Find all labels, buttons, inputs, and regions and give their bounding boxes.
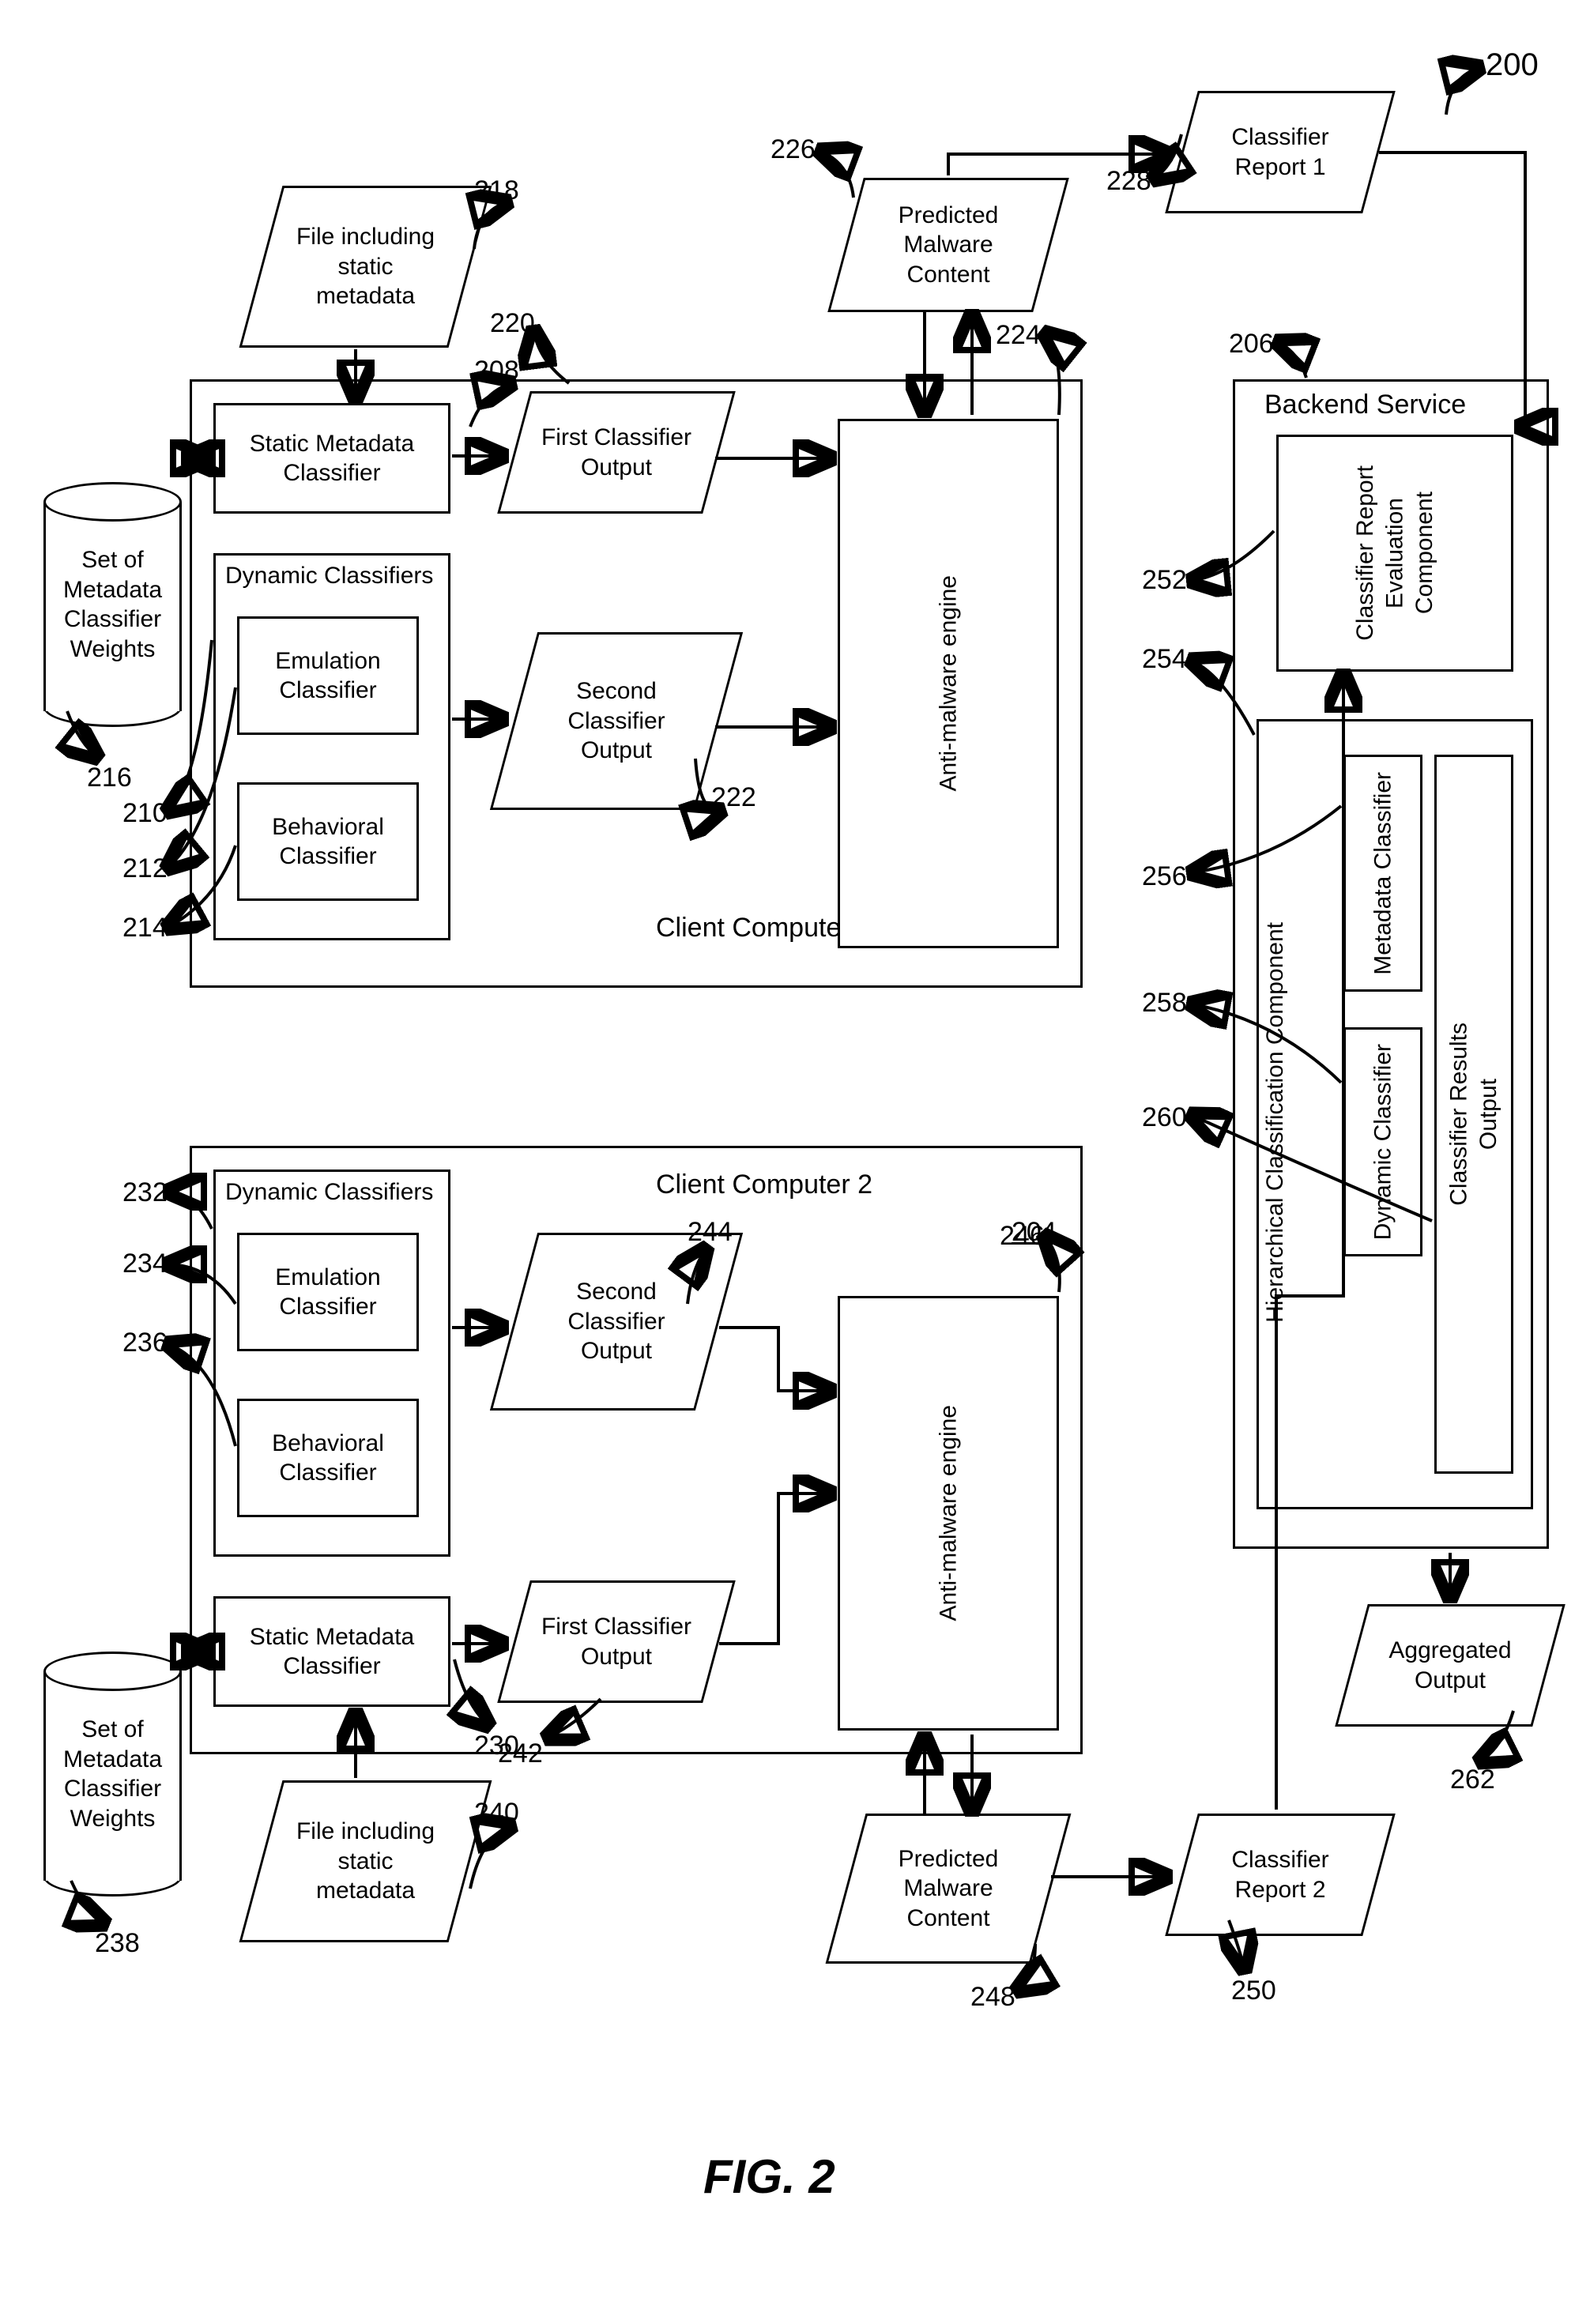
classifier-report-2: Classifier Report 2 — [1181, 1814, 1379, 1936]
ref-262: 262 — [1450, 1765, 1495, 1795]
client1-predicted: Predicted Malware Content — [846, 178, 1051, 312]
backend-hier-component-label: Hierarchical Classification Component — [1260, 846, 1290, 1399]
client2-predicted-label: Predicted Malware Content — [846, 1814, 1051, 1964]
client2-first-classifier-output: First Classifier Output — [514, 1580, 719, 1703]
client1-first-classifier-output: First Classifier Output — [514, 391, 719, 514]
figure-label: FIG. 2 — [703, 2149, 835, 2204]
ref-238: 238 — [95, 1928, 140, 1959]
client1-file-input: File including static metadata — [261, 186, 470, 348]
client2-static-metadata-classifier-label: Static Metadata Classifier — [250, 1622, 414, 1682]
ref-226: 226 — [771, 134, 816, 165]
client1-second-classifier-output: Second Classifier Output — [514, 632, 719, 810]
ref-250: 250 — [1231, 1976, 1276, 2006]
backend-dynamic-classifier: Dynamic Classifier — [1343, 1027, 1422, 1256]
ref-206: 206 — [1229, 329, 1274, 360]
client2-emulation-classifier-label: Emulation Classifier — [275, 1263, 380, 1322]
ref-224: 224 — [996, 320, 1041, 351]
backend-metadata-classifier: Metadata Classifier — [1343, 755, 1422, 992]
client2-weights-db-label: Set of Metadata Classifier Weights — [43, 1652, 182, 1896]
client2-dynamic-classifiers-label: Dynamic Classifiers — [225, 1177, 433, 1207]
client1-behavioral-classifier-label: Behavioral Classifier — [272, 812, 384, 872]
client1-anti-malware-engine-label: Anti-malware engine — [933, 575, 963, 791]
ref-256: 256 — [1142, 861, 1187, 892]
client2-anti-malware-engine-label: Anti-malware engine — [933, 1405, 963, 1621]
ref-230: 230 — [474, 1731, 519, 1761]
ref-254: 254 — [1142, 644, 1187, 675]
backend-metadata-classifier-label: Metadata Classifier — [1368, 772, 1398, 975]
aggregated-output: Aggregated Output — [1351, 1604, 1549, 1727]
client1-static-metadata-classifier-label: Static Metadata Classifier — [250, 429, 414, 488]
client2-title: Client Computer 2 — [656, 1170, 872, 1200]
ref-234: 234 — [122, 1249, 168, 1279]
ref-244: 244 — [688, 1217, 733, 1248]
backend-eval-component: Classifier Report Evaluation Component — [1276, 435, 1513, 672]
client2-predicted: Predicted Malware Content — [846, 1814, 1051, 1964]
client2-first-classifier-output-label: First Classifier Output — [514, 1580, 719, 1703]
classifier-report-1-label: Classifier Report 1 — [1181, 91, 1379, 213]
client1-file-input-label: File including static metadata — [261, 186, 470, 348]
client2-behavioral-classifier-label: Behavioral Classifier — [272, 1429, 384, 1488]
client1-static-metadata-classifier: Static Metadata Classifier — [213, 403, 450, 514]
client2-weights-db: Set of Metadata Classifier Weights — [43, 1652, 182, 1896]
ref-210: 210 — [122, 798, 168, 829]
client1-predicted-label: Predicted Malware Content — [846, 178, 1051, 312]
client1-emulation-classifier: Emulation Classifier — [237, 616, 419, 735]
client2-file-input: File including static metadata — [261, 1780, 470, 1942]
client2-second-classifier-output: Second Classifier Output — [514, 1233, 719, 1411]
backend-eval-component-label: Classifier Report Evaluation Component — [1351, 443, 1440, 663]
client2-second-classifier-output-label: Second Classifier Output — [514, 1233, 719, 1411]
client2-behavioral-classifier: Behavioral Classifier — [237, 1399, 419, 1517]
ref-208: 208 — [474, 356, 519, 386]
client2-anti-malware-engine: Anti-malware engine — [838, 1296, 1059, 1731]
ref-258: 258 — [1142, 988, 1187, 1019]
client2-file-input-label: File including static metadata — [261, 1780, 470, 1942]
client1-emulation-classifier-label: Emulation Classifier — [275, 646, 380, 706]
ref-220: 220 — [490, 308, 535, 339]
classifier-report-2-label: Classifier Report 2 — [1181, 1814, 1379, 1936]
ref-232: 232 — [122, 1177, 168, 1208]
ref-212: 212 — [122, 853, 168, 884]
backend-title: Backend Service — [1264, 390, 1466, 420]
ref-240: 240 — [474, 1798, 519, 1829]
client2-emulation-classifier: Emulation Classifier — [237, 1233, 419, 1351]
client1-anti-malware-engine: Anti-malware engine — [838, 419, 1059, 948]
backend-results-output-label: Classifier Results Output — [1445, 1023, 1504, 1206]
ref-218: 218 — [474, 175, 519, 206]
client1-behavioral-classifier: Behavioral Classifier — [237, 782, 419, 901]
aggregated-output-label: Aggregated Output — [1351, 1604, 1549, 1727]
classifier-report-1: Classifier Report 1 — [1181, 91, 1379, 213]
ref-228: 228 — [1106, 166, 1151, 197]
ref-236: 236 — [122, 1328, 168, 1358]
ref-246: 246 — [1000, 1221, 1045, 1252]
client2-static-metadata-classifier: Static Metadata Classifier — [213, 1596, 450, 1707]
client1-weights-db-label: Set of Metadata Classifier Weights — [43, 482, 182, 727]
backend-results-output: Classifier Results Output — [1434, 755, 1513, 1474]
backend-dynamic-classifier-label: Dynamic Classifier — [1368, 1044, 1398, 1240]
ref-222: 222 — [711, 782, 756, 813]
ref-248: 248 — [970, 1982, 1015, 2013]
client1-dynamic-classifiers-label: Dynamic Classifiers — [225, 561, 433, 591]
client1-first-classifier-output-label: First Classifier Output — [514, 391, 719, 514]
ref-216: 216 — [87, 763, 132, 793]
client1-weights-db: Set of Metadata Classifier Weights — [43, 482, 182, 727]
ref-252: 252 — [1142, 565, 1187, 596]
client1-second-classifier-output-label: Second Classifier Output — [514, 632, 719, 810]
ref-260: 260 — [1142, 1102, 1187, 1133]
figure-ref: 200 — [1486, 47, 1539, 83]
ref-214: 214 — [122, 913, 168, 944]
